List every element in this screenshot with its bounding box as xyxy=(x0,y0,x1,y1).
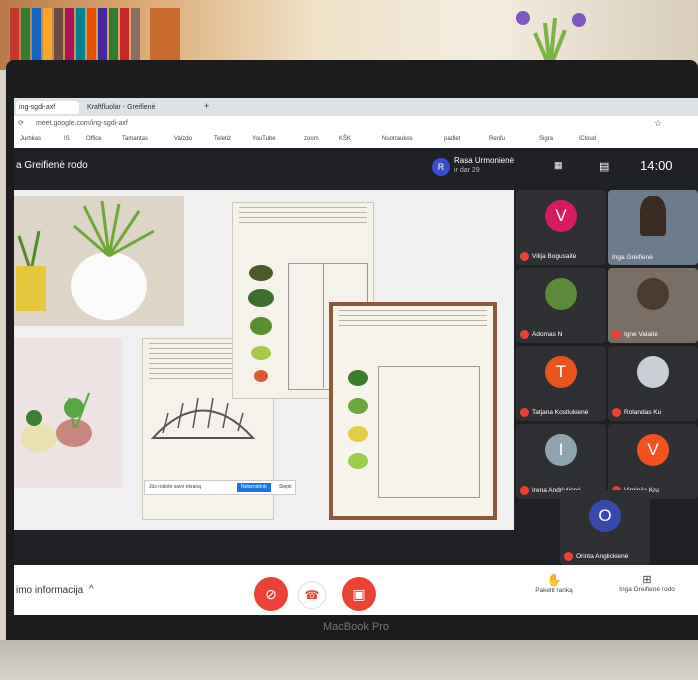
mic-off-icon xyxy=(564,552,573,561)
share-banner-text: Jūs rodote savo ekraną xyxy=(149,484,201,490)
bookmark-item[interactable]: Tamantas xyxy=(122,136,148,142)
worksheet-paper xyxy=(329,302,497,520)
layout-icon[interactable]: ▦ xyxy=(554,160,563,171)
new-tab-icon[interactable]: + xyxy=(204,101,209,111)
hide-banner-button[interactable]: Slėpti xyxy=(279,481,292,494)
participant-name: Orinta Anglickienė xyxy=(576,553,629,561)
presenter-subtitle: ir dar 29 xyxy=(454,167,480,174)
browser-tab[interactable]: Kraftfluolar - Greifienė xyxy=(84,101,202,114)
participant-video xyxy=(637,278,669,310)
mic-off-icon xyxy=(520,330,529,339)
bookmark-item[interactable]: Renfu xyxy=(489,136,505,142)
bookmark-item[interactable]: YouTube xyxy=(252,136,276,142)
tab-label: ing-sgdi-axf xyxy=(19,104,56,111)
participant-name: Ignė Valaitė xyxy=(624,331,658,339)
bookmark-item[interactable]: zoom xyxy=(304,136,319,142)
bookmark-item[interactable]: IS xyxy=(64,136,70,142)
bookmark-item[interactable]: Sigra xyxy=(539,136,553,142)
bookmark-item[interactable]: iCloud xyxy=(579,136,596,142)
participant-name: Tatjana Kostiukienė xyxy=(532,409,589,417)
hand-icon: ✋ xyxy=(546,573,562,587)
flower-plant-image xyxy=(516,11,586,68)
mic-off-icon xyxy=(612,330,621,339)
meet-top-bar: a Greifienė rodo R Rasa Urmonienė ir dar… xyxy=(14,148,698,188)
google-meet-window: a Greifienė rodo R Rasa Urmonienė ir dar… xyxy=(14,148,698,623)
bookmark-item[interactable]: Nuotraukos xyxy=(382,136,413,142)
presenting-label: Inga Greifienė rodo xyxy=(619,586,675,593)
tab-label: Kraftfluolar - Greifienė xyxy=(87,104,156,111)
mic-off-icon xyxy=(520,252,529,261)
chat-icon[interactable]: ▤ xyxy=(599,160,609,173)
participant-tile[interactable]: T Tatjana Kostiukienė xyxy=(516,346,606,421)
participant-name: Vilija Bogusaitė xyxy=(532,253,577,261)
presenting-button[interactable]: ⊞ Inga Greifienė rodo xyxy=(612,573,682,593)
mic-off-icon xyxy=(520,408,529,417)
participant-tile[interactable]: V Virginija Kru xyxy=(608,424,698,499)
seedlings-photo xyxy=(14,338,122,488)
mic-off-icon: ⊘ xyxy=(265,586,277,602)
bookmark-item[interactable]: padlet xyxy=(444,136,460,142)
camera-off-button[interactable]: ▣ xyxy=(342,577,376,611)
bookmarks-bar: Jurbkas IS Office Tamantas Vaizdo Teleti… xyxy=(14,132,698,149)
participant-tile[interactable]: O Orinta Anglickienė xyxy=(560,490,650,565)
participant-tile[interactable]: Ignė Valaitė xyxy=(608,268,698,343)
participant-tile[interactable]: Inga Greifienė xyxy=(608,190,698,265)
mic-off-icon xyxy=(612,408,621,417)
mic-off-icon xyxy=(520,486,529,495)
star-icon[interactable]: ☆ xyxy=(654,118,662,129)
reload-icon[interactable]: ⟳ xyxy=(18,119,24,127)
bookmark-item[interactable]: Vaizdo xyxy=(174,136,192,142)
participant-avatar: I xyxy=(545,434,577,466)
laptop-screen: ing-sgdi-axf Kraftfluolar - Greifienė + … xyxy=(14,98,698,623)
browser-tab[interactable]: ing-sgdi-axf xyxy=(16,101,79,114)
participant-avatar: T xyxy=(545,356,577,388)
participant-avatar xyxy=(545,278,577,310)
shared-screen-presentation: Jūs rodote savo ekraną Nebendrinti Slėpt… xyxy=(14,190,514,530)
url-text: meet.google.com/ing-sgdi-axf xyxy=(36,120,128,127)
leave-call-button[interactable]: ☎ xyxy=(298,581,326,609)
participant-tile[interactable]: Rolandas Ku xyxy=(608,346,698,421)
participant-avatar: V xyxy=(545,200,577,232)
presenter-avatar: R xyxy=(432,158,450,176)
clock-time: 14:00 xyxy=(640,158,673,173)
chevron-up-icon[interactable]: ^ xyxy=(89,584,94,595)
participant-tile[interactable]: Adomas N xyxy=(516,268,606,343)
participant-tile[interactable]: I Irena Andriulienė xyxy=(516,424,606,499)
participant-avatar xyxy=(637,356,669,388)
participant-avatar: V xyxy=(637,434,669,466)
bookmark-item[interactable]: Teletiz xyxy=(214,136,231,142)
raise-hand-label: Pakelti ranką xyxy=(535,587,573,594)
leaves-image xyxy=(248,265,274,382)
bookmark-item[interactable]: KŠK xyxy=(339,136,351,142)
participant-name: Rolandas Ku xyxy=(624,409,662,417)
participant-video xyxy=(640,196,666,236)
participant-avatar: O xyxy=(589,500,621,532)
laptop-bezel: MacBook Pro xyxy=(14,615,698,640)
hang-up-icon: ☎ xyxy=(304,588,320,602)
address-bar[interactable]: ⟳ meet.google.com/ing-sgdi-axf ☆ xyxy=(14,116,698,133)
presenter-name: Rasa Urmonienė xyxy=(454,156,515,165)
camera-off-icon: ▣ xyxy=(352,586,366,602)
screen-share-banner: Jūs rodote savo ekraną Nebendrinti Slėpt… xyxy=(144,480,296,495)
stop-sharing-button[interactable]: Nebendrinti xyxy=(237,483,271,492)
present-screen-icon: ⊞ xyxy=(642,574,652,586)
browser-tab-bar: ing-sgdi-axf Kraftfluolar - Greifienė + xyxy=(14,98,698,116)
raise-hand-button[interactable]: ✋ Pakelti ranką xyxy=(524,573,584,594)
laptop-base xyxy=(0,640,698,680)
participant-grid: V Vilija Bogusaitė Inga Greifienė Adomas… xyxy=(514,190,698,565)
participant-tile[interactable]: V Vilija Bogusaitė xyxy=(516,190,606,265)
participant-name: Adomas N xyxy=(532,331,563,339)
bookmark-item[interactable]: Office xyxy=(86,136,102,142)
meeting-info-label[interactable]: imo informacija xyxy=(16,585,83,596)
participant-name: Inga Greifienė xyxy=(612,254,653,261)
laptop-brand-label: MacBook Pro xyxy=(322,621,390,633)
bookmark-item[interactable]: Jurbkas xyxy=(20,136,41,142)
grass-pots-photo xyxy=(14,196,184,326)
mic-off-button[interactable]: ⊘ xyxy=(254,577,288,611)
leaves-image xyxy=(348,370,368,469)
meeting-title: a Greifienė rodo xyxy=(16,160,88,171)
